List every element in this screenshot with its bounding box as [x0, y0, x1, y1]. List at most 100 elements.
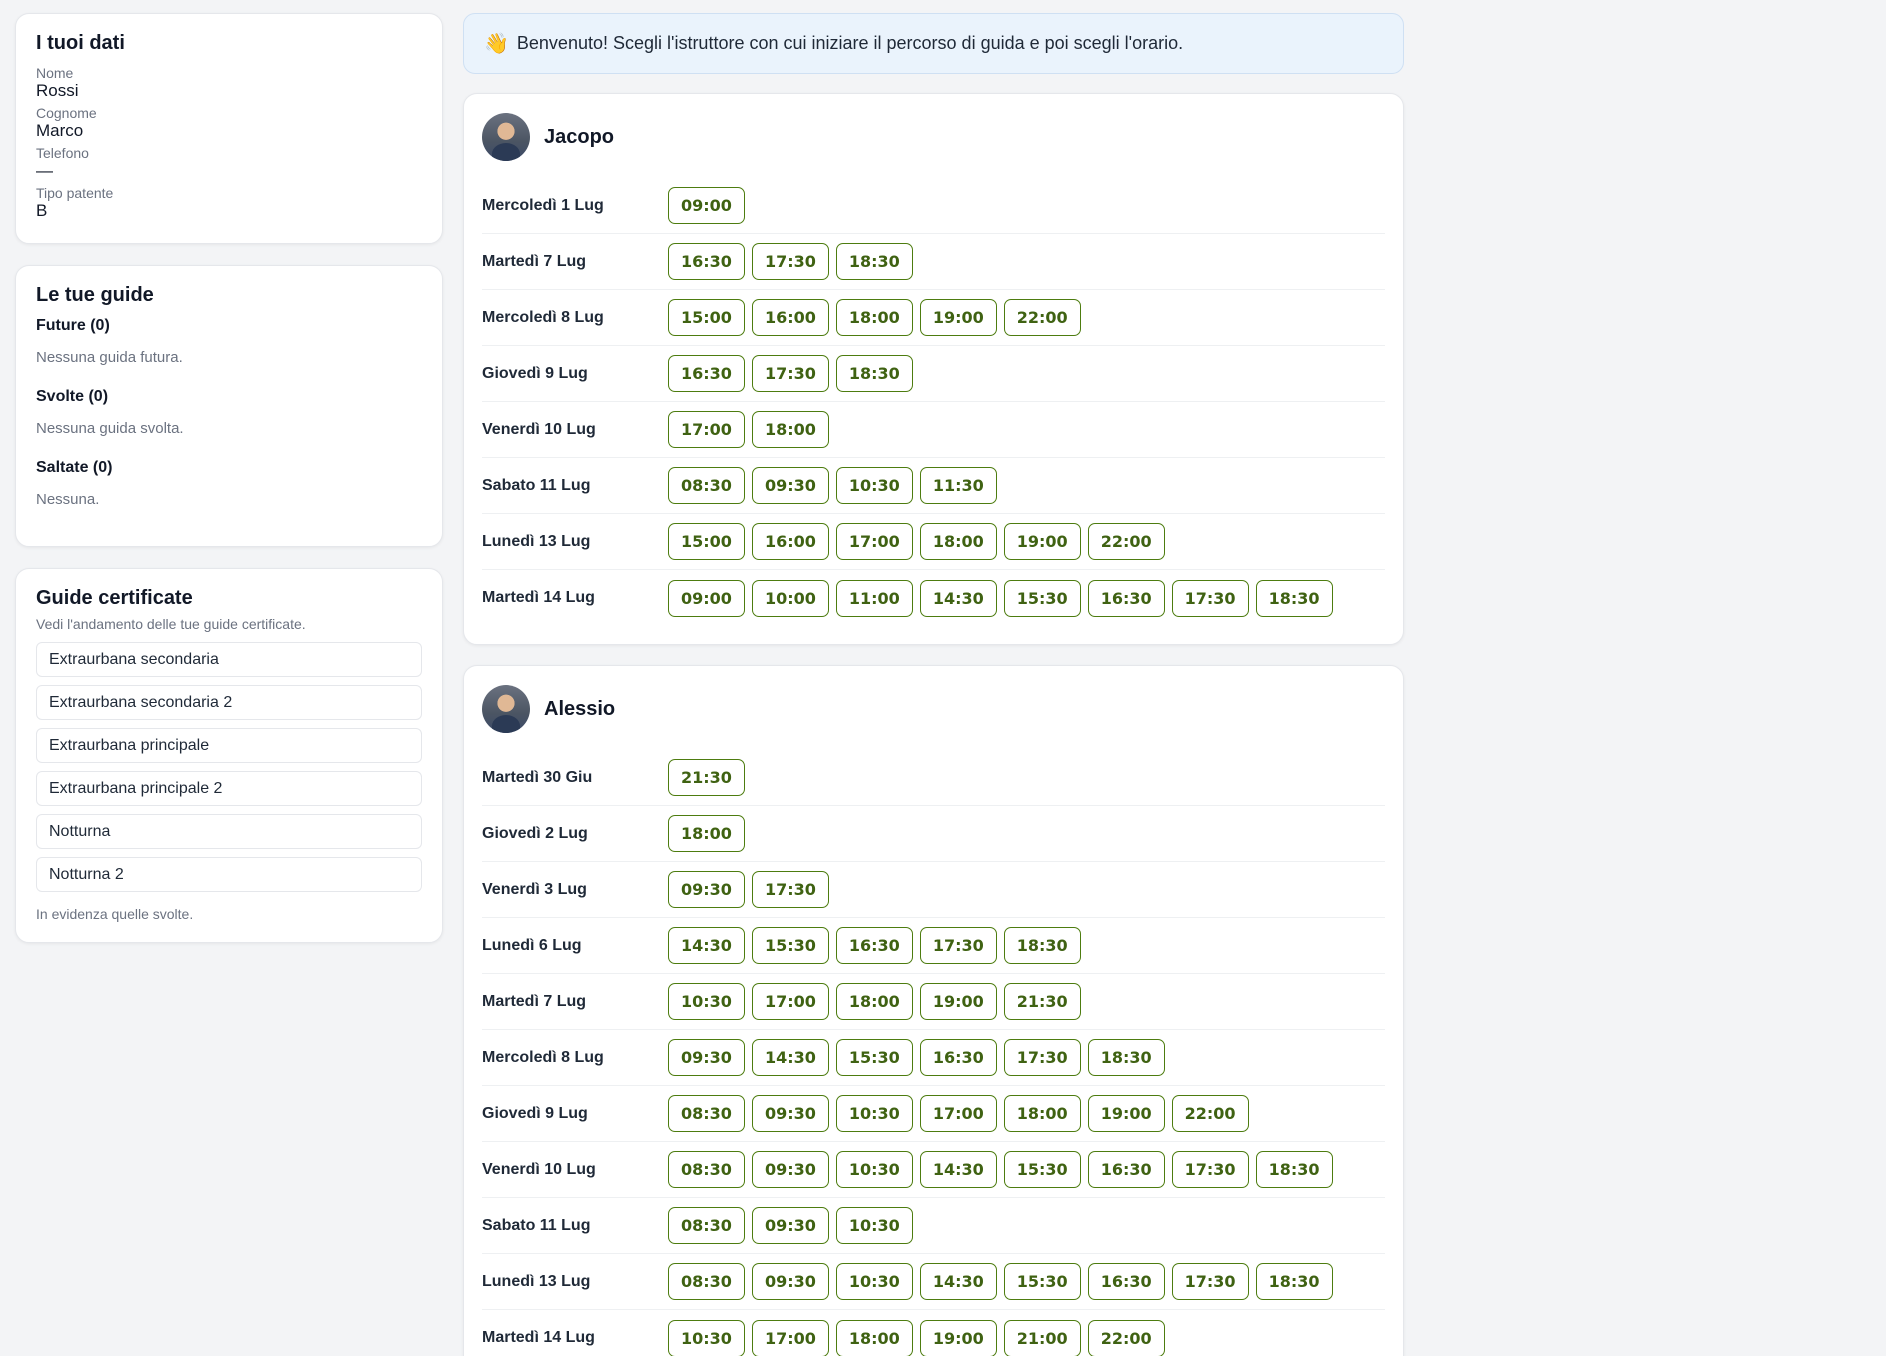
time-slot-button[interactable]: 18:00: [1003, 1095, 1081, 1132]
time-slot-button[interactable]: 21:30: [1003, 983, 1081, 1020]
time-slot-button[interactable]: 10:30: [668, 1319, 745, 1356]
time-slot-button[interactable]: 10:30: [835, 1207, 913, 1244]
time-slot-button[interactable]: 15:00: [668, 299, 745, 336]
time-slot-button[interactable]: 18:00: [919, 523, 997, 560]
time-slot-button[interactable]: 10:30: [835, 1151, 913, 1188]
time-slot-button[interactable]: 16:30: [668, 243, 745, 280]
time-slot-button[interactable]: 22:00: [1171, 1095, 1249, 1132]
time-slot-button[interactable]: 10:30: [835, 467, 913, 504]
time-slot-button[interactable]: 08:30: [668, 467, 745, 504]
time-slot-button[interactable]: 16:00: [751, 299, 829, 336]
certified-item[interactable]: Extraurbana principale: [36, 728, 422, 763]
time-slot-button[interactable]: 17:30: [751, 243, 829, 280]
time-slot-button[interactable]: 19:00: [919, 983, 997, 1020]
time-slot-button[interactable]: 18:00: [668, 815, 745, 852]
profile-title: I tuoi dati: [36, 32, 125, 54]
time-slot-button[interactable]: 17:00: [668, 411, 745, 448]
time-slot-button[interactable]: 17:30: [1171, 1151, 1249, 1188]
time-slot-button[interactable]: 15:00: [668, 523, 745, 560]
time-slot-button[interactable]: 16:30: [1087, 1151, 1165, 1188]
time-slot-button[interactable]: 18:30: [1087, 1039, 1165, 1076]
time-slot-button[interactable]: 18:30: [835, 243, 913, 280]
time-slot-button[interactable]: 21:00: [1003, 1319, 1081, 1356]
waving-hand-icon: 👋: [484, 33, 509, 55]
time-slot-button[interactable]: 18:00: [835, 299, 913, 336]
time-slot-button[interactable]: 16:30: [919, 1039, 997, 1076]
time-slot-button[interactable]: 09:30: [751, 1263, 829, 1300]
time-slot-button[interactable]: 09:30: [668, 871, 745, 908]
time-slot-button[interactable]: 17:30: [1171, 579, 1249, 617]
time-slot-button[interactable]: 22:00: [1087, 1319, 1165, 1356]
time-slot-button[interactable]: 17:00: [751, 1319, 829, 1356]
time-slot-button[interactable]: 18:30: [1003, 927, 1081, 964]
time-slot-button[interactable]: 17:30: [1003, 1039, 1081, 1076]
avatar: [482, 113, 530, 161]
time-slot-button[interactable]: 10:30: [835, 1095, 913, 1132]
time-slot-button[interactable]: 15:30: [751, 927, 829, 964]
time-slot-button[interactable]: 09:30: [751, 467, 829, 504]
time-slot-group: 08:30 09:30 10:30 14:30 15:30 16:30 17:30 18:30: [668, 1263, 1333, 1300]
day-label: Venerdì 10 Lug: [482, 1160, 596, 1178]
time-slot-button[interactable]: 09:00: [668, 187, 745, 224]
time-slot-button[interactable]: 17:00: [751, 983, 829, 1020]
time-slot-button[interactable]: 16:30: [835, 927, 913, 964]
time-slot-button[interactable]: 19:00: [919, 299, 997, 336]
time-slot-button[interactable]: 15:30: [1003, 579, 1081, 617]
time-slot-button[interactable]: 14:30: [919, 579, 997, 617]
time-slot-button[interactable]: 09:00: [668, 579, 745, 617]
time-slot-button[interactable]: 10:30: [835, 1263, 913, 1300]
time-slot-button[interactable]: 22:00: [1087, 523, 1165, 560]
time-slot-button[interactable]: 09:30: [668, 1039, 745, 1076]
time-slot-button[interactable]: 18:30: [1255, 579, 1333, 617]
time-slot-group: 10:30 17:00 18:00 19:00 21:30: [668, 983, 1081, 1020]
time-slot-button[interactable]: 11:30: [919, 467, 997, 504]
time-slot-button[interactable]: 17:30: [751, 355, 829, 392]
time-slot-button[interactable]: 14:30: [919, 1151, 997, 1188]
time-slot-button[interactable]: 08:30: [668, 1207, 745, 1244]
time-slot-button[interactable]: 14:30: [668, 927, 745, 964]
time-slot-button[interactable]: 19:00: [1087, 1095, 1165, 1132]
time-slot-button[interactable]: 21:30: [668, 759, 745, 796]
time-slot-button[interactable]: 10:00: [751, 579, 829, 617]
time-slot-group: 15:00 16:00 17:00 18:00 19:00 22:00: [668, 523, 1165, 560]
time-slot-button[interactable]: 17:00: [835, 523, 913, 560]
time-slot-button[interactable]: 19:00: [919, 1319, 997, 1356]
time-slot-button[interactable]: 14:30: [751, 1039, 829, 1076]
time-slot-button[interactable]: 19:00: [1003, 523, 1081, 560]
time-slot-button[interactable]: 08:30: [668, 1095, 745, 1132]
time-slot-button[interactable]: 09:30: [751, 1095, 829, 1132]
time-slot-button[interactable]: 18:30: [1255, 1263, 1333, 1300]
certified-item[interactable]: Extraurbana secondaria: [36, 642, 422, 677]
time-slot-button[interactable]: 09:30: [751, 1207, 829, 1244]
time-slot-button[interactable]: 08:30: [668, 1263, 745, 1300]
time-slot-button[interactable]: 18:30: [835, 355, 913, 392]
time-slot-button[interactable]: 17:30: [751, 871, 829, 908]
time-slot-button[interactable]: 18:30: [1255, 1151, 1333, 1188]
time-slot-button[interactable]: 17:00: [919, 1095, 997, 1132]
time-slot-button[interactable]: 18:00: [835, 983, 913, 1020]
time-slot-button[interactable]: 09:30: [751, 1151, 829, 1188]
time-slot-group: 08:30 09:30 10:30: [668, 1207, 913, 1244]
time-slot-button[interactable]: 08:30: [668, 1151, 745, 1188]
time-slot-button[interactable]: 16:30: [1087, 1263, 1165, 1300]
time-slot-button[interactable]: 15:30: [1003, 1151, 1081, 1188]
time-slot-button[interactable]: 18:00: [835, 1319, 913, 1356]
time-slot-button[interactable]: 22:00: [1003, 299, 1081, 336]
certified-item[interactable]: Extraurbana principale 2: [36, 771, 422, 806]
time-slot-button[interactable]: 16:30: [1087, 579, 1165, 617]
time-slot-button[interactable]: 11:00: [835, 579, 913, 617]
certified-item[interactable]: Notturna 2: [36, 857, 422, 892]
time-slot-button[interactable]: 16:00: [751, 523, 829, 560]
time-slot-button[interactable]: 16:30: [668, 355, 745, 392]
time-slot-group: 21:30: [668, 759, 745, 796]
time-slot-button[interactable]: 10:30: [668, 983, 745, 1020]
certified-item[interactable]: Extraurbana secondaria 2: [36, 685, 422, 720]
time-slot-button[interactable]: 15:30: [835, 1039, 913, 1076]
time-slot-button[interactable]: 14:30: [919, 1263, 997, 1300]
time-slot-button[interactable]: 15:30: [1003, 1263, 1081, 1300]
certified-item[interactable]: Notturna: [36, 814, 422, 849]
day-row: Venerdì 3 Lug 09:30 17:30: [482, 862, 1385, 918]
time-slot-button[interactable]: 18:00: [751, 411, 829, 448]
time-slot-button[interactable]: 17:30: [1171, 1263, 1249, 1300]
time-slot-button[interactable]: 17:30: [919, 927, 997, 964]
